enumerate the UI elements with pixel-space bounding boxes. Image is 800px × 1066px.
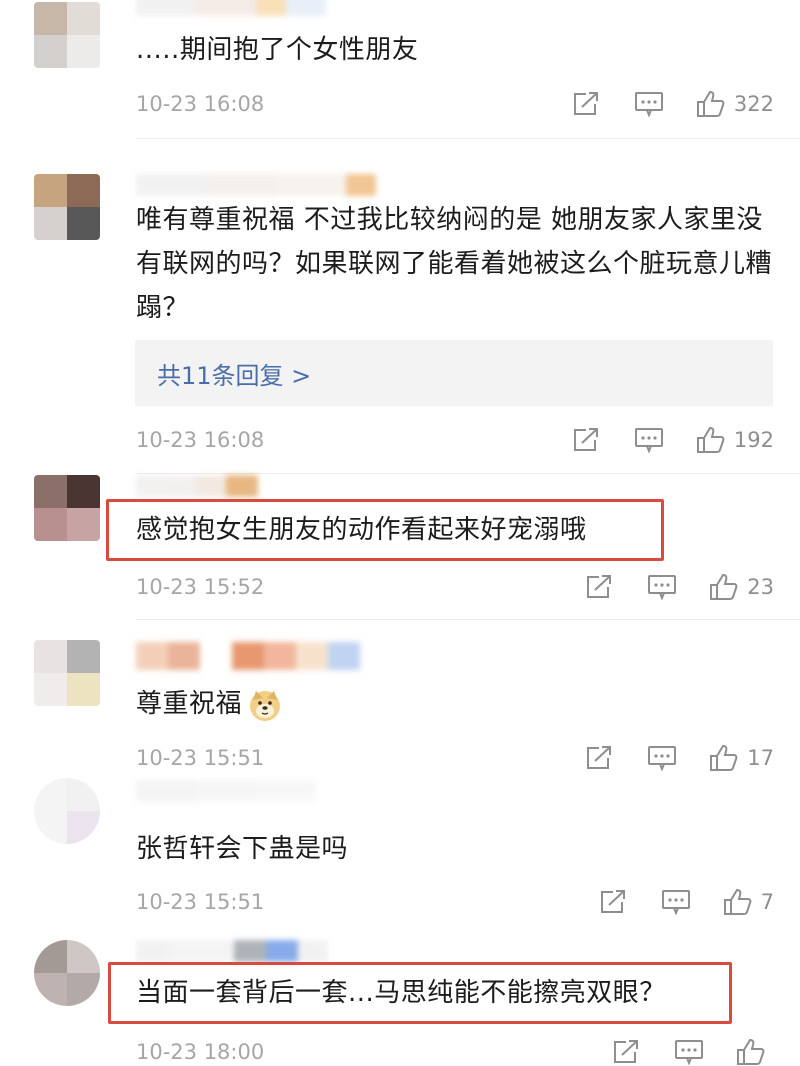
divider bbox=[136, 138, 800, 139]
like-button[interactable]: 322 bbox=[696, 90, 774, 118]
comment-icon bbox=[648, 746, 677, 771]
username-blurred[interactable] bbox=[136, 0, 326, 16]
thumbs-up-icon bbox=[696, 90, 725, 117]
avatar[interactable] bbox=[34, 174, 100, 240]
view-replies-link[interactable]: 共11条回复 > bbox=[157, 356, 311, 391]
username-blurred[interactable] bbox=[136, 475, 258, 497]
like-button[interactable]: 192 bbox=[696, 426, 774, 454]
share-icon bbox=[573, 428, 598, 451]
avatar[interactable] bbox=[34, 2, 100, 68]
comment-item: 张哲轩会下蛊是吗 10-23 15:51 7 bbox=[0, 772, 800, 930]
comment-icon bbox=[661, 890, 690, 915]
avatar[interactable] bbox=[34, 640, 100, 706]
like-count: 322 bbox=[733, 92, 774, 116]
username-blurred[interactable] bbox=[136, 642, 360, 670]
comment-meta: 10-23 16:08 322 bbox=[136, 90, 774, 122]
comment-time: 10-23 16:08 bbox=[136, 92, 265, 116]
comment-text: .....期间抱了个女性朋友 bbox=[136, 35, 419, 65]
comment-actions bbox=[612, 1038, 774, 1066]
comment-time: 10-23 15:51 bbox=[136, 746, 265, 770]
like-count: 7 bbox=[760, 890, 774, 914]
comment-icon bbox=[675, 1040, 703, 1065]
share-icon bbox=[600, 890, 625, 913]
comment-button[interactable] bbox=[634, 91, 664, 117]
comment-time: 10-23 16:08 bbox=[136, 428, 265, 452]
avatar[interactable] bbox=[34, 475, 100, 541]
username-blurred[interactable] bbox=[136, 174, 376, 196]
thumbs-up-icon bbox=[737, 1038, 765, 1065]
comment-icon bbox=[634, 428, 663, 453]
comment-button[interactable] bbox=[634, 427, 664, 453]
comment-meta: 10-23 18:00 bbox=[136, 1038, 774, 1066]
comment-actions: 23 bbox=[585, 573, 774, 601]
username-blurred[interactable] bbox=[136, 780, 316, 802]
thumbs-up-icon bbox=[723, 888, 752, 915]
comment-meta: 10-23 16:08 192 bbox=[136, 426, 774, 458]
comment-text: 当面一套背后一套...马思纯能不能擦亮双眼？ bbox=[136, 978, 666, 1008]
share-button[interactable] bbox=[585, 574, 613, 600]
comment-item: 尊重祝福 10-23 15:51 17 bbox=[0, 620, 800, 772]
comment-item: 当面一套背后一套...马思纯能不能擦亮双眼？ 10-23 18:00 bbox=[0, 930, 800, 1066]
thumbs-up-icon bbox=[710, 573, 738, 600]
share-button[interactable] bbox=[572, 91, 600, 117]
comment-time: 10-23 15:51 bbox=[136, 890, 265, 914]
comment-actions: 7 bbox=[599, 888, 774, 916]
avatar[interactable] bbox=[34, 778, 100, 844]
comment-icon bbox=[648, 575, 677, 600]
comment-text: 尊重祝福 bbox=[136, 682, 774, 726]
comment-body: 尊重祝福 bbox=[136, 689, 243, 719]
divider bbox=[136, 473, 800, 474]
comment-button[interactable] bbox=[661, 889, 691, 915]
comment-list: .....期间抱了个女性朋友 10-23 16:08 322 唯有尊重祝福 不过… bbox=[0, 0, 800, 1066]
share-button[interactable] bbox=[585, 745, 613, 771]
comment-item: .....期间抱了个女性朋友 10-23 16:08 322 bbox=[0, 0, 800, 140]
comment-actions: 17 bbox=[585, 744, 774, 772]
doge-emoji bbox=[250, 690, 281, 721]
replies-box[interactable]: 共11条回复 > bbox=[135, 340, 773, 406]
share-button[interactable] bbox=[612, 1039, 640, 1065]
share-button[interactable] bbox=[599, 889, 627, 915]
thumbs-up-icon bbox=[696, 426, 725, 453]
comment-icon bbox=[634, 92, 663, 117]
comment-item: 唯有尊重祝福 不过我比较纳闷的是 她朋友家人家里没有联网的吗？如果联网了能看着她… bbox=[0, 140, 800, 475]
username-blurred[interactable] bbox=[136, 940, 328, 962]
share-icon bbox=[614, 1040, 638, 1063]
share-button[interactable] bbox=[572, 427, 600, 453]
like-count: 17 bbox=[747, 746, 774, 770]
like-button[interactable] bbox=[736, 1038, 774, 1066]
like-count: 192 bbox=[733, 428, 774, 452]
comment-text: 张哲轩会下蛊是吗 bbox=[136, 834, 349, 864]
comment-text: 唯有尊重祝福 不过我比较纳闷的是 她朋友家人家里没有联网的吗？如果联网了能看着她… bbox=[136, 205, 773, 323]
share-icon bbox=[573, 92, 598, 115]
comment-time: 10-23 15:52 bbox=[136, 575, 265, 599]
comment-meta: 10-23 15:52 23 bbox=[136, 573, 774, 605]
like-count: 23 bbox=[747, 575, 774, 599]
comment-button[interactable] bbox=[647, 574, 677, 600]
like-button[interactable]: 17 bbox=[709, 744, 774, 772]
comment-actions: 322 bbox=[572, 90, 774, 118]
comment-actions: 192 bbox=[572, 426, 774, 454]
share-icon bbox=[587, 575, 612, 598]
comment-time: 10-23 18:00 bbox=[136, 1040, 265, 1064]
like-button[interactable]: 23 bbox=[709, 573, 774, 601]
comment-button[interactable] bbox=[647, 745, 677, 771]
comment-meta: 10-23 15:51 7 bbox=[136, 888, 774, 920]
share-icon bbox=[587, 746, 612, 769]
like-button[interactable]: 7 bbox=[723, 888, 774, 916]
thumbs-up-icon bbox=[710, 744, 738, 771]
comment-text: 感觉抱女生朋友的动作看起来好宠溺哦 bbox=[136, 515, 587, 545]
comment-item: 感觉抱女生朋友的动作看起来好宠溺哦 10-23 15:52 23 bbox=[0, 475, 800, 620]
avatar[interactable] bbox=[34, 940, 100, 1006]
comment-button[interactable] bbox=[674, 1039, 704, 1065]
